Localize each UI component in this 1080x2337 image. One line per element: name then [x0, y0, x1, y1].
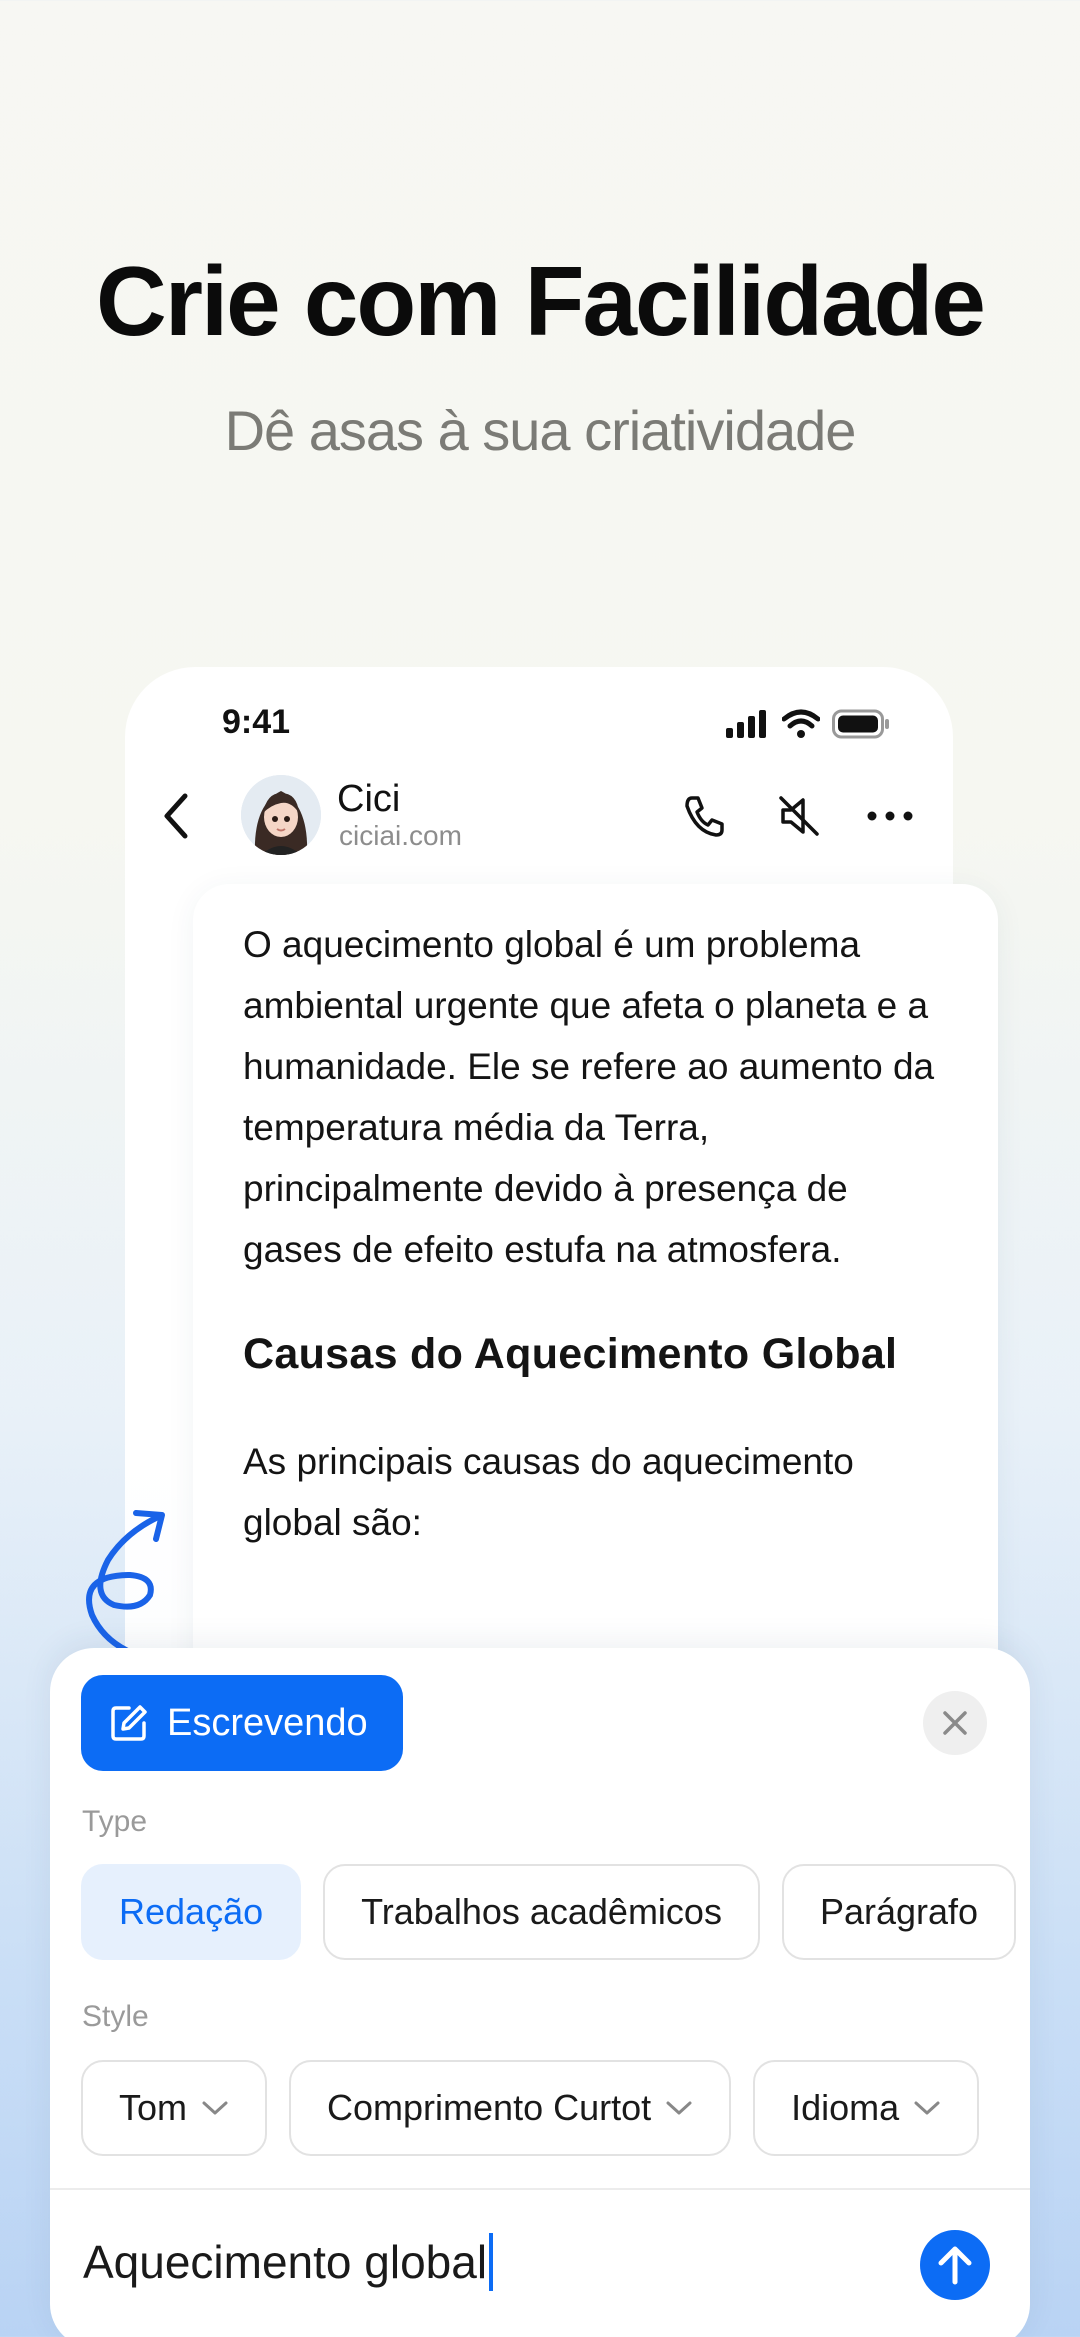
contact-name: Cici	[337, 778, 401, 820]
battery-icon	[832, 709, 889, 739]
status-icons	[726, 704, 890, 744]
chevron-down-icon	[666, 2101, 692, 2115]
text-caret	[489, 2233, 494, 2291]
subheadline: Dê asas à sua criatividade	[224, 399, 857, 462]
close-icon	[943, 1711, 967, 1735]
style-dropdown-row: Tom Comprimento Curtot Idioma	[50, 2060, 1030, 2160]
avatar[interactable]	[241, 775, 321, 855]
swirl-arrow-icon	[86, 1510, 173, 1665]
language-dropdown[interactable]: Idioma	[753, 2060, 980, 2156]
tone-dropdown[interactable]: Tom	[81, 2060, 268, 2156]
prompt-input-text: Aquecimento global	[83, 2236, 488, 2288]
prompt-input[interactable]: Aquecimento global	[83, 2232, 494, 2292]
type-chip-row: Redação Trabalhos acadêmicos Parágrafo	[50, 1864, 1030, 1964]
style-label: Style	[82, 2000, 149, 2033]
avatar-illustration	[241, 775, 321, 855]
mute-icon[interactable]	[775, 792, 823, 840]
length-label: Comprimento Curtot	[327, 2087, 652, 2128]
tone-label: Tom	[119, 2087, 188, 2128]
type-chip-trabalhos-academicos[interactable]: Trabalhos acadêmicos	[323, 1864, 760, 1960]
send-button[interactable]	[920, 2230, 990, 2300]
chevron-down-icon	[914, 2101, 940, 2115]
headline: Crie com Facilidade	[96, 246, 986, 356]
message-paragraph: As principais causas do aquecimento glob…	[243, 1441, 854, 1543]
status-time: 9:41	[222, 703, 291, 741]
phone-icon[interactable]	[680, 792, 728, 840]
chevron-down-icon	[202, 2101, 228, 2115]
mode-button[interactable]: Escrevendo	[81, 1675, 403, 1771]
mode-label: Escrevendo	[167, 1701, 368, 1744]
type-chip-redacao[interactable]: Redação	[81, 1864, 302, 1960]
type-label: Type	[82, 1805, 148, 1838]
chat-header: Cici ciciai.com	[125, 770, 953, 865]
language-label: Idioma	[791, 2087, 900, 2128]
arrow-up-icon	[938, 2246, 972, 2285]
divider	[50, 2188, 1030, 2190]
close-button[interactable]	[923, 1691, 987, 1755]
type-chip-paragrafo[interactable]: Parágrafo	[781, 1864, 1017, 1960]
more-icon[interactable]	[865, 792, 915, 840]
wifi-icon	[782, 709, 820, 738]
length-dropdown[interactable]: Comprimento Curtot	[289, 2060, 732, 2156]
back-icon[interactable]	[161, 792, 191, 840]
contact-domain: ciciai.com	[339, 820, 462, 851]
edit-icon	[111, 1705, 147, 1741]
signal-icon	[726, 710, 766, 738]
message-section-title: Causas do Aquecimento Global	[243, 1330, 898, 1378]
message-paragraph: O aquecimento global é um problema ambie…	[243, 924, 935, 1270]
